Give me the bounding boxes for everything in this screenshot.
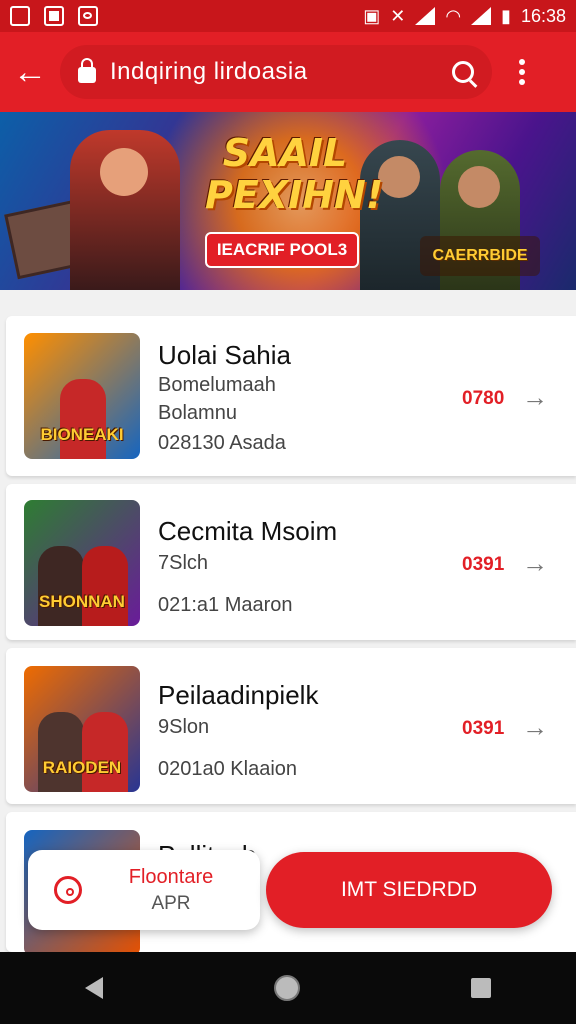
thumb-figure [82, 546, 128, 626]
location-subtitle: APR [151, 892, 191, 914]
nav-recents-icon[interactable] [470, 978, 491, 998]
item-price: 0391 [462, 718, 505, 739]
search-bar[interactable]: Indqiring lirdoasia [60, 45, 492, 99]
list-item[interactable]: BIONEAKI Uolai Sahia Bomelumaah Bolamnu … [6, 316, 576, 476]
back-arrow-icon[interactable]: ← [0, 32, 60, 112]
photo-icon [44, 6, 64, 26]
thumb-figure [38, 546, 84, 626]
item-thumbnail: RAIODEN [24, 666, 140, 792]
list-item[interactable]: RAIODEN Peilaadinpielk 9Slon 0201a0 Klaa… [6, 648, 576, 804]
app-bar: ← Indqiring lirdoasia [0, 32, 576, 112]
nav-home-icon[interactable] [273, 975, 300, 1001]
item-subtitle: 7Slch [158, 552, 209, 574]
banner-title: SAAIL PEXIHN! [205, 131, 384, 217]
wifi-icon: ◠ [445, 5, 462, 26]
arrow-right-icon[interactable]: → [522, 548, 548, 579]
item-thumbnail: BIONEAKI [24, 333, 140, 459]
arrow-right-icon[interactable]: → [522, 382, 548, 413]
clock: 16:38 [520, 5, 566, 26]
nav-back-icon[interactable] [85, 977, 104, 999]
search-icon[interactable] [452, 61, 474, 83]
item-price: 0391 [462, 554, 505, 575]
thumb-caption: SHONNAN [39, 592, 125, 611]
signal-icon [415, 7, 436, 25]
more-vert-icon[interactable] [492, 59, 552, 85]
message-icon [78, 6, 98, 26]
promo-banner[interactable]: SAAIL PEXIHN! IEACRIF POOL3 CAERRBIDE [0, 112, 576, 290]
item-subtitle-2: Bolamnu [158, 402, 237, 424]
arrow-right-icon[interactable]: → [522, 712, 548, 743]
item-title: Peilaadinpielk [158, 680, 319, 710]
thumb-figure [38, 712, 84, 792]
thumb-figure [82, 712, 128, 792]
item-title: Cecmita Msoim [158, 516, 338, 546]
item-subtitle: Bomelumaah [158, 374, 276, 396]
mute-icon: ✕ [390, 5, 406, 26]
list-item[interactable]: SHONNAN Cecmita Msoim 7Slch 021:a1 Maaro… [6, 484, 576, 640]
item-meta: 021:a1 Maaron [158, 594, 293, 616]
primary-action-button[interactable]: IMT SIEDRDD [266, 852, 552, 928]
battery-icon: ▮ [501, 5, 511, 26]
thumb-caption: RAIODEN [42, 758, 122, 777]
battery-saver-icon: ▣ [363, 5, 381, 26]
item-meta: 028130 Asada [158, 432, 286, 454]
banner-hero-left [70, 130, 180, 290]
item-thumbnail: SHONNAN [24, 500, 140, 626]
item-title: Uolai Sahia [158, 340, 291, 370]
item-price: 0780 [462, 388, 505, 409]
notification-icon [10, 6, 30, 26]
location-title: Floontare [128, 865, 214, 888]
thumb-figure [60, 379, 106, 459]
search-text[interactable]: Indqiring lirdoasia [110, 58, 452, 86]
location-pin-icon [54, 876, 82, 904]
banner-pill[interactable]: IEACRIF POOL3 [205, 232, 359, 268]
lock-icon [78, 58, 96, 83]
location-card[interactable]: Floontare APR [28, 850, 260, 930]
signal-icon-2 [471, 7, 492, 25]
status-bar: ▣ ✕ ◠ ▮ 16:38 [0, 0, 576, 32]
banner-logo: CAERRBIDE [420, 236, 540, 276]
system-nav-bar [0, 952, 576, 1024]
item-subtitle: 9Slon [158, 716, 210, 738]
item-meta: 0201a0 Klaaion [158, 758, 298, 780]
thumb-caption: BIONEAKI [40, 425, 124, 444]
